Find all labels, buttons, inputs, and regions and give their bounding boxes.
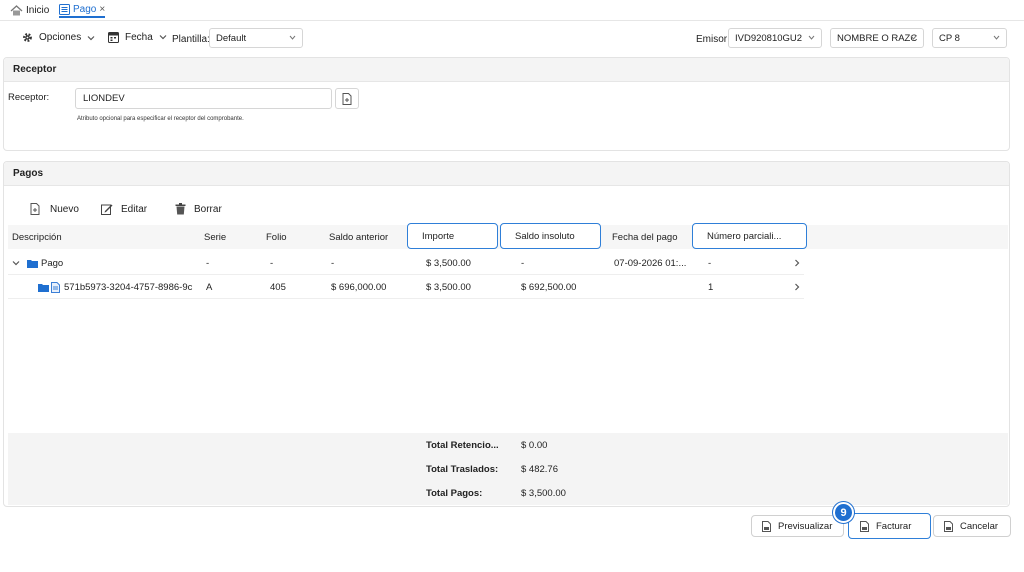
chevron-down-icon	[993, 35, 1000, 40]
calendar-icon	[108, 31, 119, 43]
chevron-down-icon[interactable]	[12, 251, 20, 275]
column-header-descripcion[interactable]: Descripción	[12, 225, 62, 249]
row-fecha-pago: 07-09-2026 01:...	[614, 257, 687, 269]
chevron-down-icon	[910, 35, 917, 40]
tab-pago[interactable]: Pago ×	[59, 2, 106, 18]
chevron-down-icon	[289, 35, 296, 40]
chevron-down-icon	[87, 35, 95, 41]
column-header-folio[interactable]: Folio	[266, 225, 287, 249]
cancel-button[interactable]: Cancelar	[933, 515, 1011, 537]
total-traslados-label: Total Traslados:	[426, 464, 499, 475]
issuer-rfc-select[interactable]: IVD920810GU2	[728, 28, 822, 48]
preview-label: Previsualizar	[778, 520, 833, 532]
chevron-down-icon	[808, 35, 815, 40]
pagos-section-title: Pagos	[4, 162, 1009, 186]
edit-payment-button[interactable]: Editar	[101, 203, 147, 215]
step-badge: 9	[833, 502, 854, 523]
column-header-saldo-insoluto[interactable]: Saldo insoluto	[500, 223, 601, 249]
gear-icon	[22, 32, 33, 43]
row-serie: A	[206, 281, 213, 293]
edit-label: Editar	[121, 203, 148, 215]
row-folio: -	[270, 257, 274, 269]
delete-payment-button[interactable]: Borrar	[175, 203, 222, 215]
tab-bar: Inicio Pago ×	[0, 0, 1024, 19]
row-saldo-anterior: $ 696,000.00	[331, 281, 387, 293]
chevron-right-icon[interactable]	[794, 251, 800, 275]
document-preview-icon	[762, 520, 771, 532]
column-header-serie[interactable]: Serie	[204, 225, 226, 249]
document-add-icon	[342, 92, 352, 105]
receptor-panel: Receptor Receptor: LIONDEV Atributo opci…	[3, 57, 1010, 151]
chevron-right-icon[interactable]	[794, 275, 800, 299]
receptor-field-label: Receptor:	[8, 92, 50, 103]
delete-label: Borrar	[194, 203, 222, 215]
tab-inicio[interactable]: Inicio	[10, 2, 49, 18]
document-cancel-icon	[944, 520, 953, 532]
tab-pago-label: Pago	[73, 3, 97, 15]
document-add-icon	[30, 203, 40, 215]
receptor-hint: Atributo opcional para especificar el re…	[77, 116, 244, 122]
table-header: Descripción Serie Folio Saldo anterior I…	[8, 223, 1008, 249]
folder-icon	[27, 251, 38, 275]
receptor-input-value: LIONDEV	[83, 93, 125, 104]
table-row[interactable]: Pago - - - $ 3,500.00 - 07-09-2026 01:..…	[8, 251, 804, 275]
column-header-saldo-anterior[interactable]: Saldo anterior	[329, 225, 388, 249]
row-folio: 405	[270, 281, 286, 293]
tab-inicio-label: Inicio	[26, 4, 50, 16]
row-descripcion: Pago	[41, 257, 64, 269]
receptor-lookup-button[interactable]	[335, 88, 359, 109]
row-descripcion: 571b5973-3204-4757-8986-9c	[64, 281, 193, 293]
table-row[interactable]: 571b5973-3204-4757-8986-9c A 405 $ 696,0…	[8, 275, 804, 299]
receptor-input[interactable]: LIONDEV	[75, 88, 332, 109]
tab-close-button[interactable]: ×	[99, 4, 105, 15]
template-select[interactable]: Default	[209, 28, 303, 48]
date-label: Fecha	[125, 31, 153, 43]
folder-icon	[38, 275, 49, 299]
row-serie: -	[206, 257, 210, 269]
template-select-value: Default	[216, 32, 247, 44]
total-retenciones-value: $ 0.00	[521, 440, 548, 451]
toolbar: Opciones Fecha Plantilla: Default Emisor…	[0, 20, 1024, 54]
date-menu-button[interactable]: Fecha	[108, 31, 167, 43]
row-saldo-anterior: -	[331, 257, 335, 269]
preview-button[interactable]: Previsualizar	[751, 515, 844, 537]
template-label: Plantilla:	[172, 34, 210, 45]
options-label: Opciones	[39, 32, 82, 43]
receptor-section-title: Receptor	[4, 58, 1009, 82]
total-traslados-value: $ 482.76	[521, 464, 558, 475]
row-parcialidad: -	[708, 257, 712, 269]
invoice-button[interactable]: Facturar	[848, 513, 931, 539]
home-icon	[10, 4, 23, 16]
column-header-fecha-pago[interactable]: Fecha del pago	[612, 225, 678, 249]
row-saldo-insoluto: -	[521, 257, 525, 269]
issuer-name-select[interactable]: NOMBRE O RAZC	[830, 28, 924, 48]
total-retenciones-label: Total Retencio...	[426, 440, 499, 451]
document-stamp-icon	[860, 520, 869, 532]
totals-area: Total Retencio... $ 0.00 Total Traslados…	[8, 433, 1008, 505]
row-importe: $ 3,500.00	[426, 281, 471, 293]
invoice-label: Facturar	[876, 520, 912, 532]
issuer-name-value: NOMBRE O RAZC	[837, 32, 918, 44]
issuer-rfc-value: IVD920810GU2	[735, 32, 803, 44]
row-importe: $ 3,500.00	[426, 257, 471, 269]
document-list-icon	[59, 3, 70, 15]
new-label: Nuevo	[50, 203, 79, 215]
trash-icon	[175, 203, 186, 215]
column-header-numero-parcialidad[interactable]: Número parciali...	[692, 223, 807, 249]
new-payment-button[interactable]: Nuevo	[30, 203, 79, 215]
issuer-label: Emisor	[696, 34, 728, 45]
pagos-panel: Pagos Nuevo Editar Borrar Descripción Se…	[3, 161, 1010, 507]
postal-code-select[interactable]: CP 8	[932, 28, 1007, 48]
chevron-down-icon	[159, 34, 167, 40]
document-icon	[51, 275, 60, 299]
column-header-importe[interactable]: Importe	[407, 223, 498, 249]
cancel-label: Cancelar	[960, 520, 999, 532]
total-pagos-value: $ 3,500.00	[521, 488, 566, 499]
postal-code-value: CP 8	[939, 32, 960, 44]
row-parcialidad: 1	[708, 281, 714, 293]
row-saldo-insoluto: $ 692,500.00	[521, 281, 577, 293]
pencil-icon	[101, 203, 113, 215]
total-pagos-label: Total Pagos:	[426, 488, 483, 499]
options-menu-button[interactable]: Opciones	[22, 32, 95, 43]
